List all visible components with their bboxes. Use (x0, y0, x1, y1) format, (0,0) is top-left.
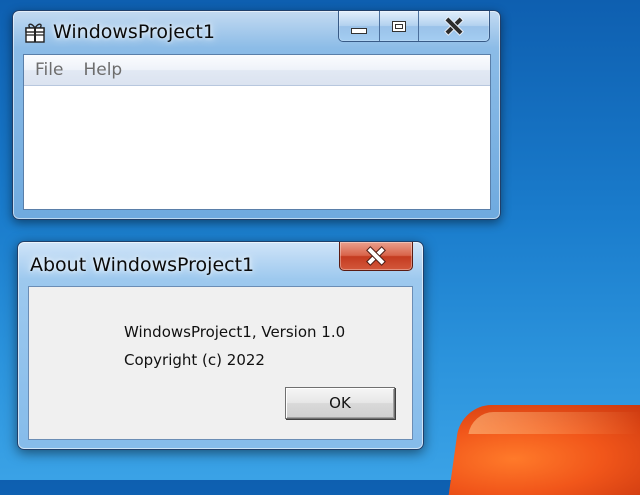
main-window[interactable]: WindowsProject1 File Help (12, 10, 501, 220)
ok-button[interactable]: OK (285, 387, 395, 419)
maximize-button[interactable] (379, 11, 418, 41)
about-dialog-body: WindowsProject1, Version 1.0 Copyright (… (28, 286, 413, 440)
minimize-button[interactable] (339, 11, 379, 41)
windows-logo-highlight (468, 412, 640, 434)
copyright-text: Copyright (c) 2022 (124, 351, 265, 369)
about-dialog-title: About WindowsProject1 (30, 254, 255, 276)
menu-file[interactable]: File (25, 60, 73, 80)
main-window-title: WindowsProject1 (53, 21, 215, 43)
maximize-icon (392, 20, 406, 32)
about-dialog[interactable]: About WindowsProject1 WindowsProject1, V… (17, 241, 424, 450)
menu-bar: File Help (24, 55, 490, 86)
close-button[interactable] (418, 11, 489, 41)
close-icon (445, 18, 463, 34)
version-text: WindowsProject1, Version 1.0 (124, 323, 346, 341)
menu-help[interactable]: Help (73, 60, 132, 80)
main-client-area[interactable]: File Help (23, 54, 491, 210)
close-icon (367, 248, 385, 264)
minimize-icon (351, 28, 367, 34)
dialog-close-button[interactable] (339, 242, 413, 271)
caption-buttons (338, 11, 490, 42)
app-gift-icon[interactable] (25, 21, 45, 43)
